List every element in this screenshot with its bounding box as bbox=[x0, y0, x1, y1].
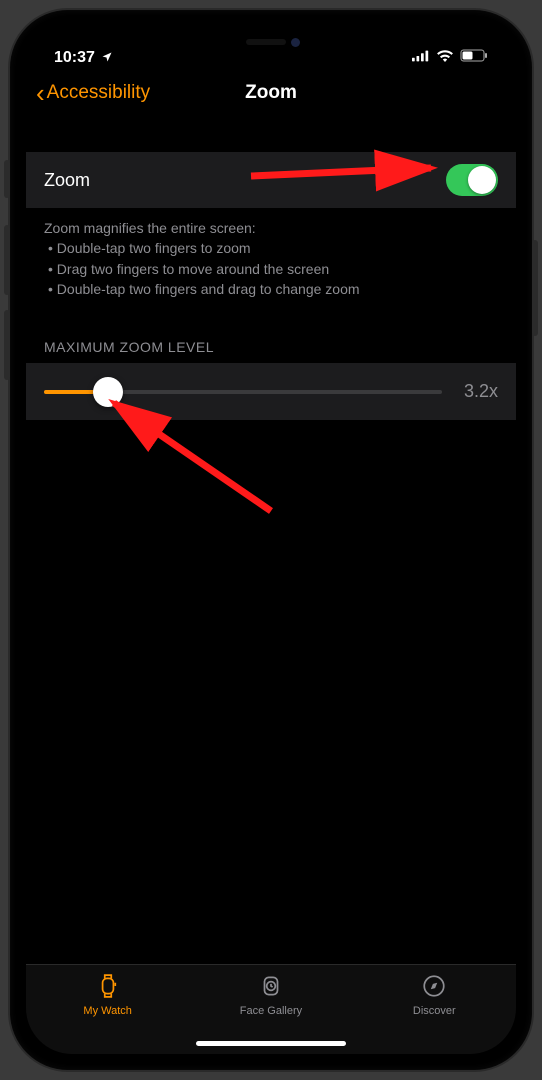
zoom-level-slider[interactable] bbox=[44, 390, 442, 394]
zoom-hint: Zoom magnifies the entire screen: Double… bbox=[26, 208, 516, 299]
side-button-silence bbox=[4, 160, 10, 198]
tab-bar: My Watch Face Gallery bbox=[26, 964, 516, 1054]
content: Zoom Zoom magnifies the entire screen: bbox=[26, 124, 516, 420]
annotation-arrow-slider bbox=[96, 391, 286, 521]
zoom-toggle-label: Zoom bbox=[44, 170, 90, 191]
watch-face-icon bbox=[258, 973, 284, 1002]
slider-knob[interactable] bbox=[93, 377, 123, 407]
annotation-arrow-toggle bbox=[246, 146, 446, 192]
zoom-toggle-cell[interactable]: Zoom bbox=[26, 152, 516, 208]
toggle-knob bbox=[468, 166, 496, 194]
phone-frame: 10:37 bbox=[10, 10, 532, 1070]
zoom-hint-bullet: Double-tap two fingers and drag to chang… bbox=[48, 279, 498, 299]
slider-section-title: MAXIMUM ZOOM LEVEL bbox=[26, 299, 516, 363]
wifi-icon bbox=[436, 49, 454, 67]
home-indicator[interactable] bbox=[196, 1041, 346, 1046]
notch bbox=[161, 26, 381, 56]
tab-label: Face Gallery bbox=[240, 1005, 302, 1017]
side-button-power bbox=[532, 240, 538, 336]
watch-icon bbox=[95, 973, 121, 1002]
tab-my-watch[interactable]: My Watch bbox=[27, 973, 189, 1054]
side-button-volume-up bbox=[4, 225, 10, 295]
status-time: 10:37 bbox=[54, 49, 95, 67]
zoom-hint-bullet: Double-tap two fingers to zoom bbox=[48, 238, 498, 258]
cellular-signal-icon bbox=[412, 49, 430, 67]
back-label: Accessibility bbox=[47, 82, 150, 104]
screen: 10:37 bbox=[26, 26, 516, 1054]
zoom-hint-header: Zoom magnifies the entire screen: bbox=[44, 218, 498, 238]
zoom-hint-bullet: Drag two fingers to move around the scre… bbox=[48, 259, 498, 279]
tab-label: My Watch bbox=[83, 1005, 132, 1017]
tab-discover[interactable]: Discover bbox=[353, 973, 515, 1054]
back-button[interactable]: ‹ Accessibility bbox=[26, 80, 150, 106]
zoom-level-value: 3.2x bbox=[456, 381, 498, 402]
location-arrow-icon bbox=[101, 51, 113, 66]
tab-label: Discover bbox=[413, 1005, 456, 1017]
nav-bar: ‹ Accessibility Zoom bbox=[26, 76, 516, 124]
zoom-level-slider-cell: 3.2x bbox=[26, 363, 516, 420]
chevron-left-icon: ‹ bbox=[36, 80, 45, 106]
compass-icon bbox=[421, 973, 447, 1002]
side-button-volume-down bbox=[4, 310, 10, 380]
battery-icon bbox=[460, 49, 488, 67]
zoom-toggle[interactable] bbox=[446, 164, 498, 196]
